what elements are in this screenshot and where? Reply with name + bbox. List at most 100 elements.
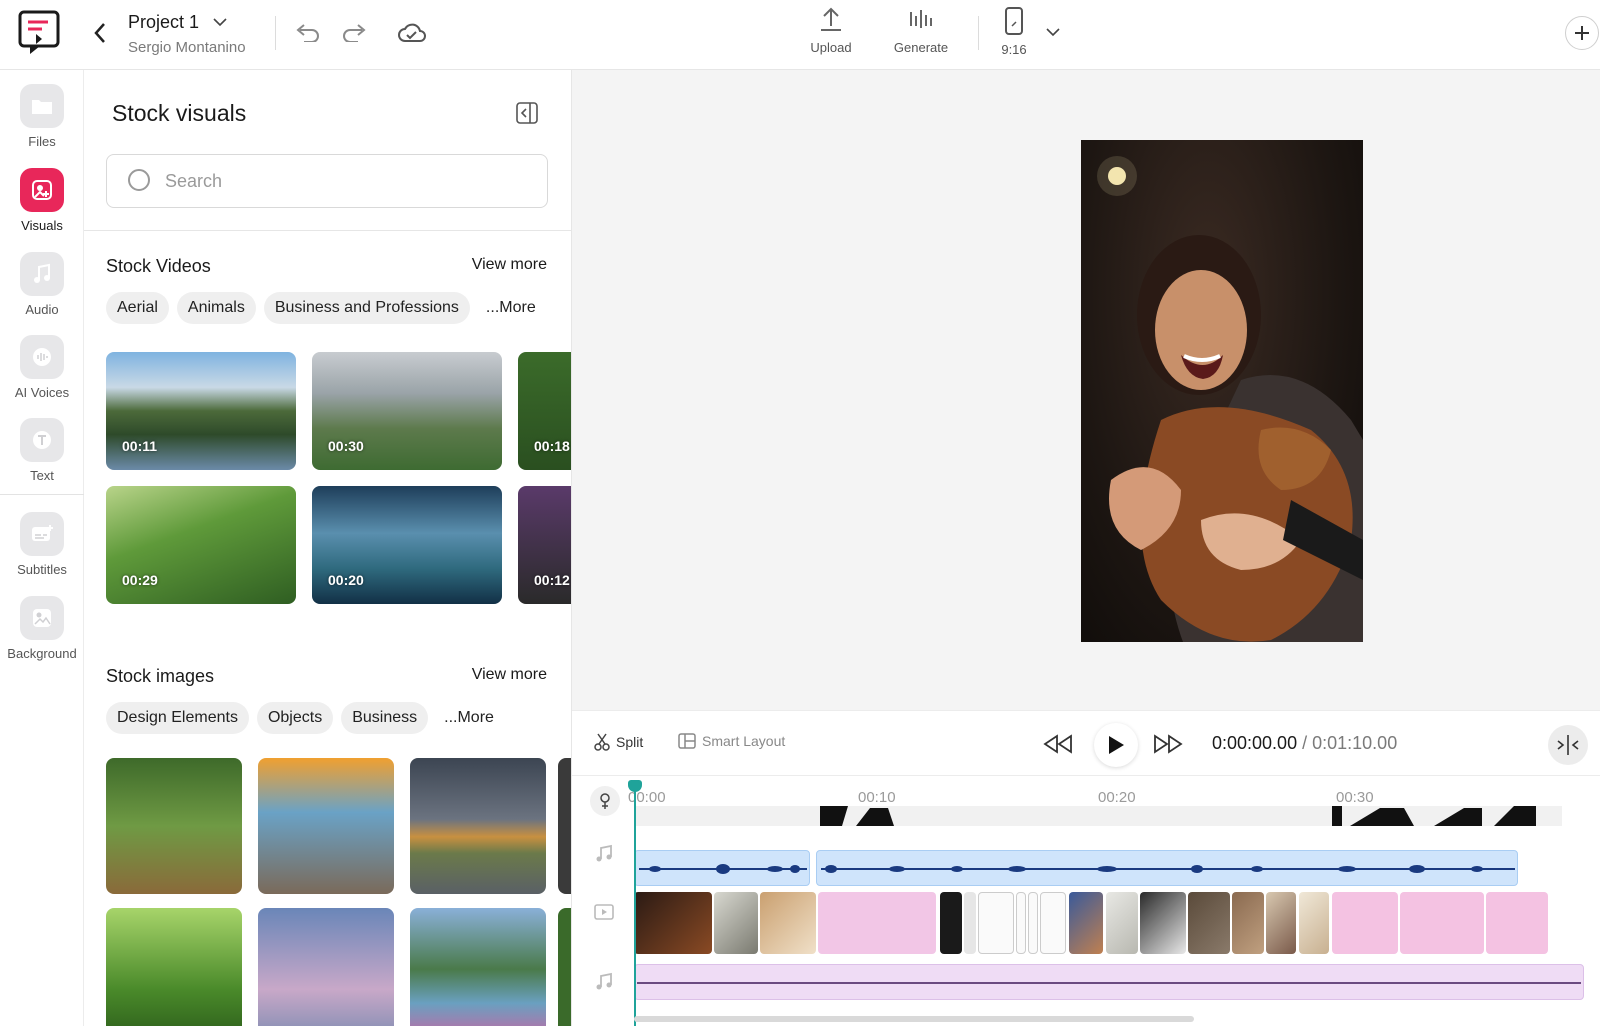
playhead[interactable] (628, 780, 642, 1026)
stock-image-thumbnail[interactable] (410, 758, 546, 894)
collapse-panel-icon[interactable] (516, 102, 540, 126)
video-duration: 00:30 (328, 438, 364, 454)
preview-stage (572, 70, 1600, 710)
stock-video-thumbnail[interactable]: 00:29 (106, 486, 296, 604)
rail-item-subtitles[interactable]: Subtitles (0, 512, 84, 577)
rail-item-audio[interactable]: Audio (0, 252, 84, 317)
back-button[interactable] (88, 18, 112, 48)
fast-forward-button[interactable] (1152, 731, 1184, 757)
stock-video-thumbnail[interactable]: 00:12 (518, 486, 571, 604)
stock-video-thumbnail[interactable]: 00:30 (312, 352, 502, 470)
play-button[interactable] (1094, 723, 1138, 767)
visuals-icon (20, 168, 64, 212)
smart-layout-button[interactable]: Smart Layout (678, 733, 785, 749)
video-clip[interactable] (1016, 892, 1026, 954)
rail-item-background[interactable]: Background (0, 596, 84, 661)
video-clip[interactable] (1188, 892, 1230, 954)
video-clip[interactable] (1040, 892, 1066, 954)
rail-label: Visuals (21, 218, 63, 233)
video-clip[interactable] (964, 892, 976, 954)
video-clip[interactable] (1266, 892, 1296, 954)
split-button[interactable]: Split (594, 733, 643, 751)
video-clip[interactable] (1400, 892, 1484, 954)
divider (0, 494, 84, 495)
chips-more-link[interactable]: ...More (436, 702, 502, 734)
video-duration: 00:12 (534, 572, 570, 588)
chip-aerial[interactable]: Aerial (106, 292, 169, 324)
app-logo-icon[interactable] (18, 10, 62, 56)
search-input[interactable] (165, 170, 505, 192)
video-duration: 00:11 (122, 438, 158, 454)
stock-video-thumbnail[interactable]: 00:11 (106, 352, 296, 470)
background-icon (20, 596, 64, 640)
stock-image-thumbnail[interactable] (410, 908, 546, 1026)
play-icon (1109, 736, 1124, 754)
add-button[interactable] (1565, 16, 1599, 50)
music-track-icon (592, 970, 616, 994)
music-note-icon (20, 252, 64, 296)
rail-item-files[interactable]: Files (0, 84, 84, 149)
project-owner: Sergio Montanino (128, 39, 246, 56)
search-box[interactable] (106, 154, 548, 208)
video-clip[interactable] (1140, 892, 1186, 954)
undo-button[interactable] (292, 16, 324, 48)
stock-image-thumbnail[interactable] (106, 758, 242, 894)
ai-voice-icon (20, 335, 64, 379)
rail-item-text[interactable]: Text (0, 418, 84, 483)
video-clip[interactable] (714, 892, 758, 954)
video-preview[interactable] (1081, 140, 1363, 642)
video-clip[interactable] (1106, 892, 1138, 954)
chip-business-and-professions[interactable]: Business and Professions (263, 292, 470, 324)
stock-image-thumbnail[interactable] (258, 908, 394, 1026)
video-clip[interactable] (978, 892, 1014, 954)
video-clip[interactable] (940, 892, 962, 954)
cloud-sync-icon[interactable] (396, 16, 428, 48)
fit-timeline-button[interactable] (1548, 725, 1588, 765)
voiceover-clip[interactable] (634, 850, 810, 886)
voiceover-clip[interactable] (816, 850, 1518, 886)
video-clip[interactable] (760, 892, 816, 954)
split-label: Split (616, 734, 644, 750)
smart-layout-label: Smart Layout (702, 733, 786, 749)
timeline-scrollbar[interactable] (634, 1016, 1194, 1022)
stock-image-thumbnail[interactable] (558, 758, 571, 894)
stock-images-view-more-link[interactable]: View more (472, 666, 547, 684)
project-name-dropdown[interactable]: Project 1 (128, 12, 246, 33)
rail-item-ai-voices[interactable]: AI Voices (0, 335, 84, 400)
video-clip[interactable] (634, 892, 712, 954)
rail-label: Subtitles (17, 562, 67, 577)
overlay-track[interactable] (634, 804, 1584, 828)
video-clip[interactable] (1232, 892, 1264, 954)
video-clip[interactable] (818, 892, 936, 954)
rewind-button[interactable] (1042, 731, 1074, 757)
snap-magnet-icon[interactable] (590, 786, 620, 816)
chip-business[interactable]: Business (341, 702, 429, 734)
video-clip[interactable] (1332, 892, 1398, 954)
chip-objects[interactable]: Objects (256, 702, 334, 734)
chips-more-link[interactable]: ...More (478, 292, 544, 324)
audio-track-icon (592, 842, 616, 866)
stock-image-thumbnail[interactable] (258, 758, 394, 894)
stock-image-thumbnail[interactable] (106, 908, 242, 1026)
stock-image-thumbnail[interactable] (558, 908, 571, 1026)
rail-item-visuals[interactable]: Visuals (0, 168, 84, 233)
generate-button[interactable]: Generate (886, 6, 956, 55)
stock-video-thumbnail[interactable]: 00:20 (312, 486, 502, 604)
video-clip[interactable] (1069, 892, 1103, 954)
rail-label: Background (7, 646, 77, 661)
stock-video-thumbnail[interactable]: 00:18 (518, 352, 571, 470)
video-clip[interactable] (1299, 892, 1329, 954)
divider (275, 16, 276, 50)
stock-videos-view-more-link[interactable]: View more (472, 256, 547, 274)
chevron-down-icon[interactable] (1046, 28, 1060, 37)
project-name: Project 1 (128, 12, 200, 32)
stock-videos-chips: Aerial Animals Business and Professions … (106, 292, 544, 324)
video-clip[interactable] (1486, 892, 1548, 954)
aspect-ratio-button[interactable]: 9:16 (986, 6, 1042, 57)
chip-animals[interactable]: Animals (176, 292, 256, 324)
video-clip[interactable] (1028, 892, 1038, 954)
music-clip[interactable] (634, 964, 1584, 1000)
redo-button[interactable] (338, 16, 370, 48)
upload-button[interactable]: Upload (796, 6, 866, 55)
chip-design-elements[interactable]: Design Elements (106, 702, 249, 734)
